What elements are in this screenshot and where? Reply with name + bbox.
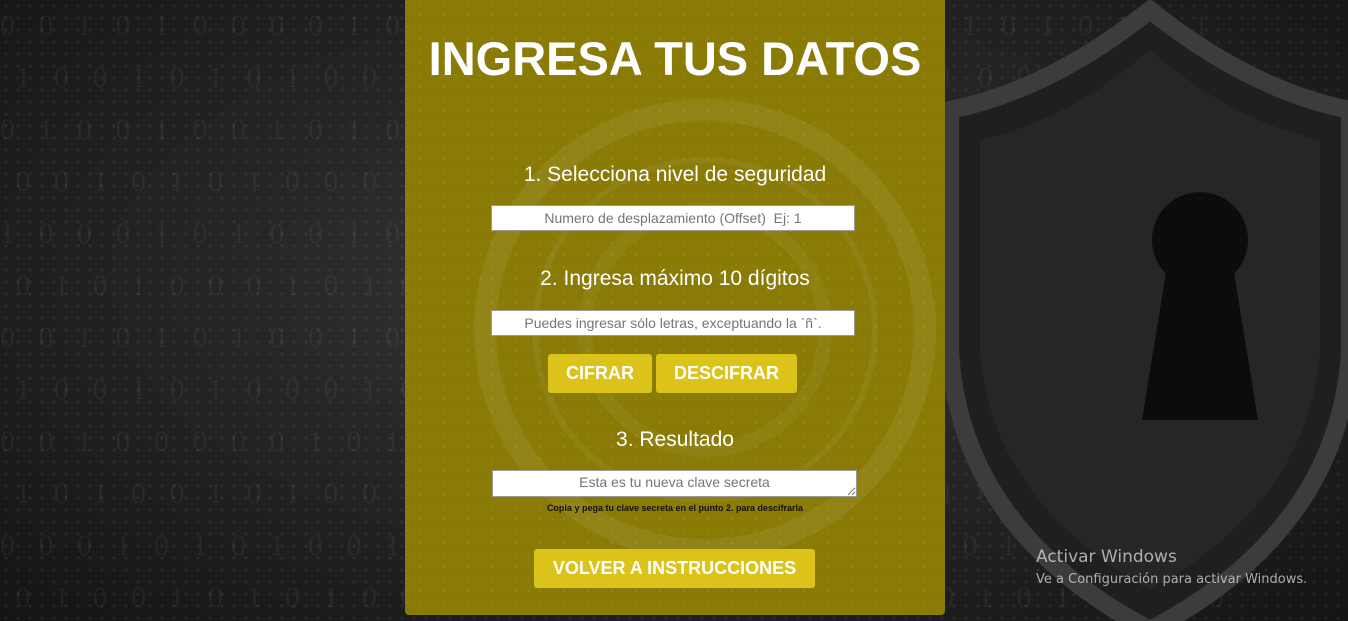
keyhole-icon xyxy=(1142,192,1258,420)
watermark-title: Activar Windows xyxy=(1036,547,1177,567)
step-3-label: 3. Resultado xyxy=(616,428,734,451)
text-input[interactable] xyxy=(491,310,855,336)
panel-circuit-decoration xyxy=(405,0,945,615)
watermark-subtitle: Ve a Configuración para activar Windows. xyxy=(1036,572,1308,587)
decipher-button[interactable]: DESCIFRAR xyxy=(656,354,797,393)
shield-icon xyxy=(941,0,1348,621)
data-entry-panel: INGRESA TUS DATOS 1. Selecciona nivel de… xyxy=(405,0,945,615)
page-title: INGRESA TUS DATOS xyxy=(428,32,922,85)
result-textarea[interactable] xyxy=(492,470,857,497)
back-to-instructions-button[interactable]: VOLVER A INSTRUCCIONES xyxy=(534,549,815,588)
offset-input[interactable] xyxy=(491,205,855,231)
step-2-label: 2. Ingresa máximo 10 dígitos xyxy=(540,267,810,290)
step-1-label: 1. Selecciona nivel de seguridad xyxy=(523,163,827,186)
result-hint: Copia y pega tu clave secreta en el punt… xyxy=(546,503,804,513)
cipher-button[interactable]: CIFRAR xyxy=(548,354,652,393)
windows-activation-watermark: Activar Windows Ve a Configuración para … xyxy=(1036,546,1307,590)
